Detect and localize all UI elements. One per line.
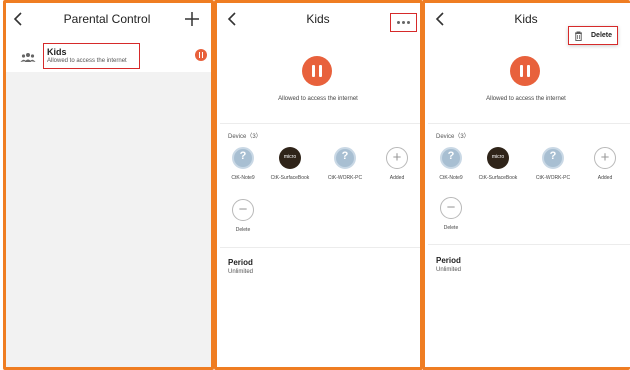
device-name: Added	[389, 175, 405, 181]
page-title: Kids	[514, 12, 538, 26]
device-item[interactable]: micro CtK-SurfaceBook	[473, 147, 523, 181]
divider	[220, 123, 422, 124]
page-title: Kids	[306, 12, 330, 26]
list-background	[6, 70, 214, 370]
minus-icon: −	[232, 199, 254, 221]
plus-icon: +	[386, 147, 408, 169]
back-chevron-icon[interactable]	[226, 12, 240, 26]
pause-icon[interactable]	[302, 56, 332, 86]
device-name: Delete	[235, 227, 251, 233]
plus-icon[interactable]	[184, 11, 200, 27]
device-item[interactable]: ? CtK-Note9	[426, 147, 476, 181]
device-section-label: Device（3）	[228, 134, 262, 140]
question-icon: ?	[334, 147, 356, 169]
profile-status: Allowed to access the internet	[47, 58, 127, 64]
period-title[interactable]: Period	[228, 258, 253, 267]
parental-control-screen: Parental Control Kids Allowed to access …	[0, 0, 214, 370]
pause-icon[interactable]	[195, 49, 207, 61]
minus-icon: −	[440, 197, 462, 219]
delete-device-button[interactable]: − Delete	[426, 197, 476, 231]
question-icon: ?	[542, 147, 564, 169]
device-item[interactable]: micro CtK-SurfaceBook	[265, 147, 315, 181]
more-dots-icon[interactable]	[390, 13, 417, 32]
divider	[428, 123, 630, 124]
header: Kids	[214, 0, 422, 38]
period-value: Unlimited	[436, 267, 462, 273]
access-status: Allowed to access the internet	[278, 96, 358, 102]
divider	[428, 244, 630, 245]
micro-badge-icon: micro	[279, 147, 301, 169]
delete-device-button[interactable]: − Delete	[218, 199, 268, 233]
device-section-label: Device（3）	[436, 134, 470, 140]
pause-icon[interactable]	[510, 56, 540, 86]
device-item[interactable]: ? CtK-WORK-PC	[528, 147, 578, 181]
back-chevron-icon[interactable]	[434, 12, 448, 26]
device-item[interactable]: ? CtK-WORK-PC	[320, 147, 370, 181]
question-icon: ?	[232, 147, 254, 169]
page-title: Parental Control	[63, 12, 151, 26]
header: Parental Control	[0, 0, 214, 38]
micro-badge-icon: micro	[487, 147, 509, 169]
device-name: Added	[597, 175, 613, 181]
device-name: CtK-WORK-PC	[327, 175, 363, 181]
add-device-button[interactable]: + Added	[580, 147, 630, 181]
profile-highlight: Kids Allowed to access the internet	[43, 43, 140, 69]
profile-name: Kids	[47, 47, 67, 57]
divider	[220, 247, 422, 248]
group-icon	[20, 53, 36, 62]
plus-icon: +	[594, 147, 616, 169]
device-name: CtK-Note9	[439, 175, 463, 181]
device-name: CtK-Note9	[231, 175, 255, 181]
access-status: Allowed to access the internet	[486, 96, 566, 102]
add-device-button[interactable]: + Added	[372, 147, 422, 181]
device-name: CtK-WORK-PC	[535, 175, 571, 181]
profile-row-kids[interactable]: Kids Allowed to access the internet	[6, 38, 214, 72]
kids-detail-screen-menu: Kids Delete Allowed to access the intern…	[422, 0, 630, 370]
period-value: Unlimited	[228, 269, 254, 275]
period-title[interactable]: Period	[436, 256, 461, 265]
back-chevron-icon[interactable]	[12, 12, 26, 26]
device-name: CtK-SurfaceBook	[478, 175, 518, 181]
question-icon: ?	[440, 147, 462, 169]
trash-icon	[575, 31, 582, 41]
delete-menu-item[interactable]: Delete	[591, 32, 612, 39]
delete-menu-popup[interactable]: Delete	[568, 26, 618, 45]
device-name: CtK-SurfaceBook	[270, 175, 310, 181]
device-item[interactable]: ? CtK-Note9	[218, 147, 268, 181]
kids-detail-screen: Kids Allowed to access the internet Devi…	[214, 0, 422, 370]
device-name: Delete	[443, 225, 459, 231]
